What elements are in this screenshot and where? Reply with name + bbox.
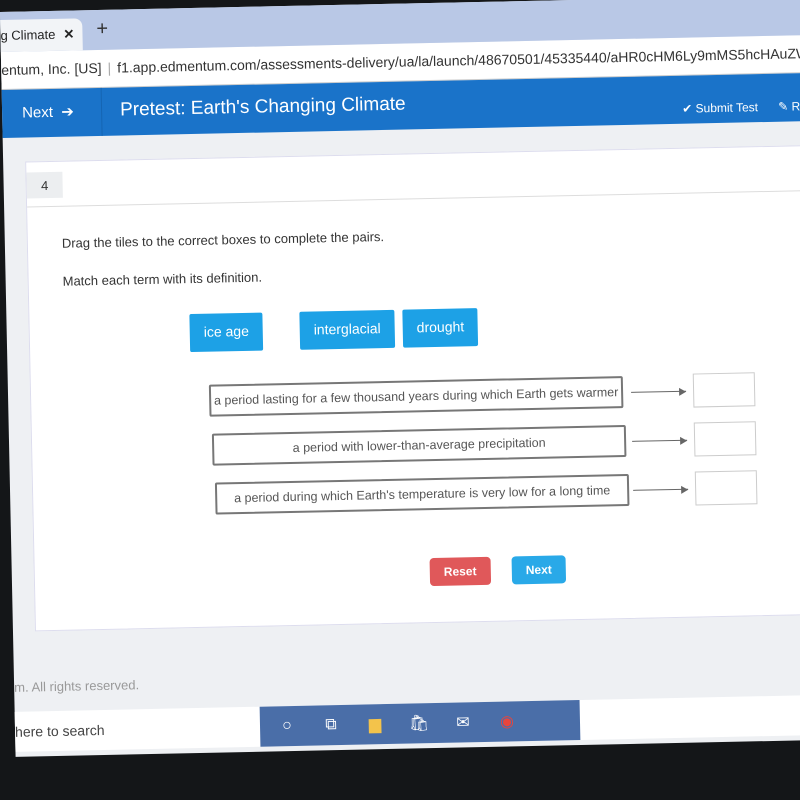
tile-drought[interactable]: drought <box>402 308 479 348</box>
submit-label: Submit Test <box>695 100 759 116</box>
prompt: Match each term with its definition. <box>62 269 263 289</box>
tile-interglacial[interactable]: interglacial <box>299 309 396 350</box>
tools-button[interactable]: ✎ R <box>778 99 800 113</box>
definition-2: a period with lower-than-average precipi… <box>211 424 627 466</box>
check-circle-icon: ✔ <box>682 101 696 116</box>
tab-title: g Climate <box>0 26 56 43</box>
cortana-icon[interactable]: ○ <box>272 717 302 736</box>
drop-box-3[interactable] <box>694 470 758 506</box>
taskbar: here to search ○ ⧉ ▆ 🛍 ✉ ◉ <box>14 694 800 752</box>
arrow-right-circle-icon: ➔ <box>56 103 75 121</box>
arrow-icon <box>632 439 688 442</box>
close-icon[interactable]: ✕ <box>63 26 74 41</box>
question-number: 4 <box>26 171 63 199</box>
tools-label: R <box>791 99 800 114</box>
file-explorer-icon[interactable]: ▆ <box>360 714 390 735</box>
submit-test-button[interactable]: ✔ Submit Test <box>682 100 758 116</box>
arrow-icon <box>631 390 687 393</box>
page-title: Pretest: Earth's Changing Climate <box>119 93 406 121</box>
taskbar-icons: ○ ⧉ ▆ 🛍 ✉ ◉ <box>259 700 581 747</box>
browser-tab[interactable]: g Climate ✕ <box>0 18 83 52</box>
url: f1.app.edmentum.com/assessments-delivery… <box>117 42 800 76</box>
screen: g Climate ✕ + entum, Inc. [US] | f1.app.edm… <box>0 0 800 757</box>
drop-box-1[interactable] <box>692 372 756 408</box>
drop-box-2[interactable] <box>693 421 757 457</box>
site-owner: entum, Inc. [US] <box>1 59 102 78</box>
instruction: Drag the tiles to the correct boxes to c… <box>61 229 385 251</box>
definition-3: a period during which Earth's temperatur… <box>214 473 630 515</box>
copyright: m. All rights reserved. <box>13 677 140 695</box>
divider <box>27 189 800 208</box>
tile-ice-age[interactable]: ice age <box>189 312 264 353</box>
question-panel: 4 Drag the tiles to the correct boxes to… <box>25 144 800 632</box>
mail-icon[interactable]: ✉ <box>448 712 478 733</box>
arrow-icon <box>633 488 689 491</box>
wrench-icon: ✎ <box>778 99 792 114</box>
divider: | <box>107 59 112 76</box>
next-label: Next <box>21 103 54 122</box>
task-view-icon[interactable]: ⧉ <box>316 716 346 735</box>
chrome-icon[interactable]: ◉ <box>492 711 522 732</box>
new-tab-icon[interactable]: + <box>96 18 108 41</box>
reset-button[interactable]: Reset <box>429 556 491 587</box>
taskbar-search[interactable]: here to search <box>15 722 105 740</box>
next-button[interactable]: Next <box>511 555 567 585</box>
definition-1: a period lasting for a few thousand year… <box>208 376 624 417</box>
store-icon[interactable]: 🛍 <box>404 713 434 734</box>
header-next-button[interactable]: Next ➔ <box>1 87 103 138</box>
